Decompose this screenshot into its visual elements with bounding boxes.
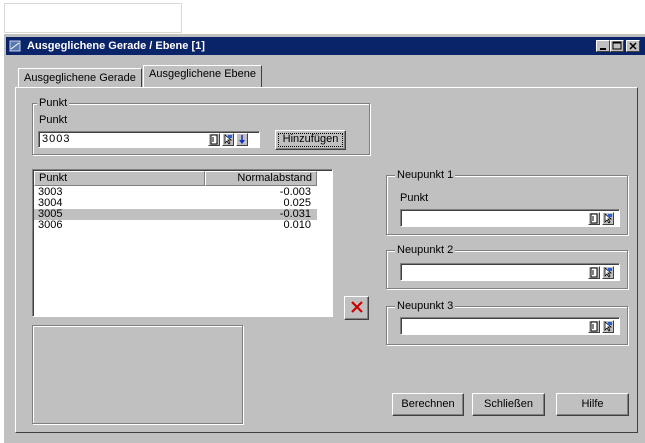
tab-ausgeglichene-gerade[interactable]: Ausgeglichene Gerade [18,68,142,88]
neupunkt1-legend: Neupunkt 1 [395,169,456,181]
red-x-delete-icon [350,301,363,313]
point-picker-icon[interactable] [588,212,600,225]
column-header-punkt[interactable]: Punkt [34,171,205,186]
cell-punkt: 3006 [38,219,63,231]
maximize-button[interactable] [610,40,624,52]
delete-button[interactable] [344,296,369,320]
pointer-select-icon[interactable] [222,133,234,146]
neupunkt3-legend: Neupunkt 3 [395,300,456,312]
schliessen-button[interactable]: Schließen [472,393,545,416]
minimize-button[interactable] [596,40,610,52]
pointer-select-icon[interactable] [602,212,614,225]
preview-panel [32,325,243,424]
app-icon [9,40,21,52]
close-button[interactable] [626,40,640,52]
neupunkt3-input[interactable] [400,317,620,335]
cell-normalabstand: 0.010 [283,219,311,231]
tab-ausgeglichene-ebene[interactable]: Ausgeglichene Ebene [143,65,263,88]
table-body: 3003 -0.003 3004 0.025 3005 -0.031 3006 … [34,187,331,231]
punkt-field-label: Punkt [39,114,68,126]
punkt-group-legend: Punkt [37,97,70,109]
hinzufuegen-button[interactable]: Hinzufügen [275,130,346,150]
arrow-down-icon[interactable] [236,133,248,146]
hilfe-button[interactable]: Hilfe [556,393,629,416]
window-title: Ausgeglichene Gerade / Ebene [1] [6,37,645,55]
background-window-fragment [4,3,182,33]
berechnen-button[interactable]: Berechnen [392,393,464,416]
table-row-selected[interactable]: 3005 -0.031 [34,209,317,220]
neupunkt2-input[interactable] [400,263,620,281]
neupunkt2-legend: Neupunkt 2 [395,244,456,256]
point-picker-icon[interactable] [208,133,220,146]
pointer-select-icon[interactable] [602,266,614,279]
neupunkt1-input[interactable] [400,209,620,227]
column-header-normalabstand[interactable]: Normalabstand [205,171,317,186]
pointer-select-icon[interactable] [602,320,614,333]
point-picker-icon[interactable] [588,266,600,279]
neupunkt1-field-label: Punkt [400,192,429,204]
point-picker-icon[interactable] [588,320,600,333]
table-row[interactable]: 3006 0.010 [34,220,331,231]
